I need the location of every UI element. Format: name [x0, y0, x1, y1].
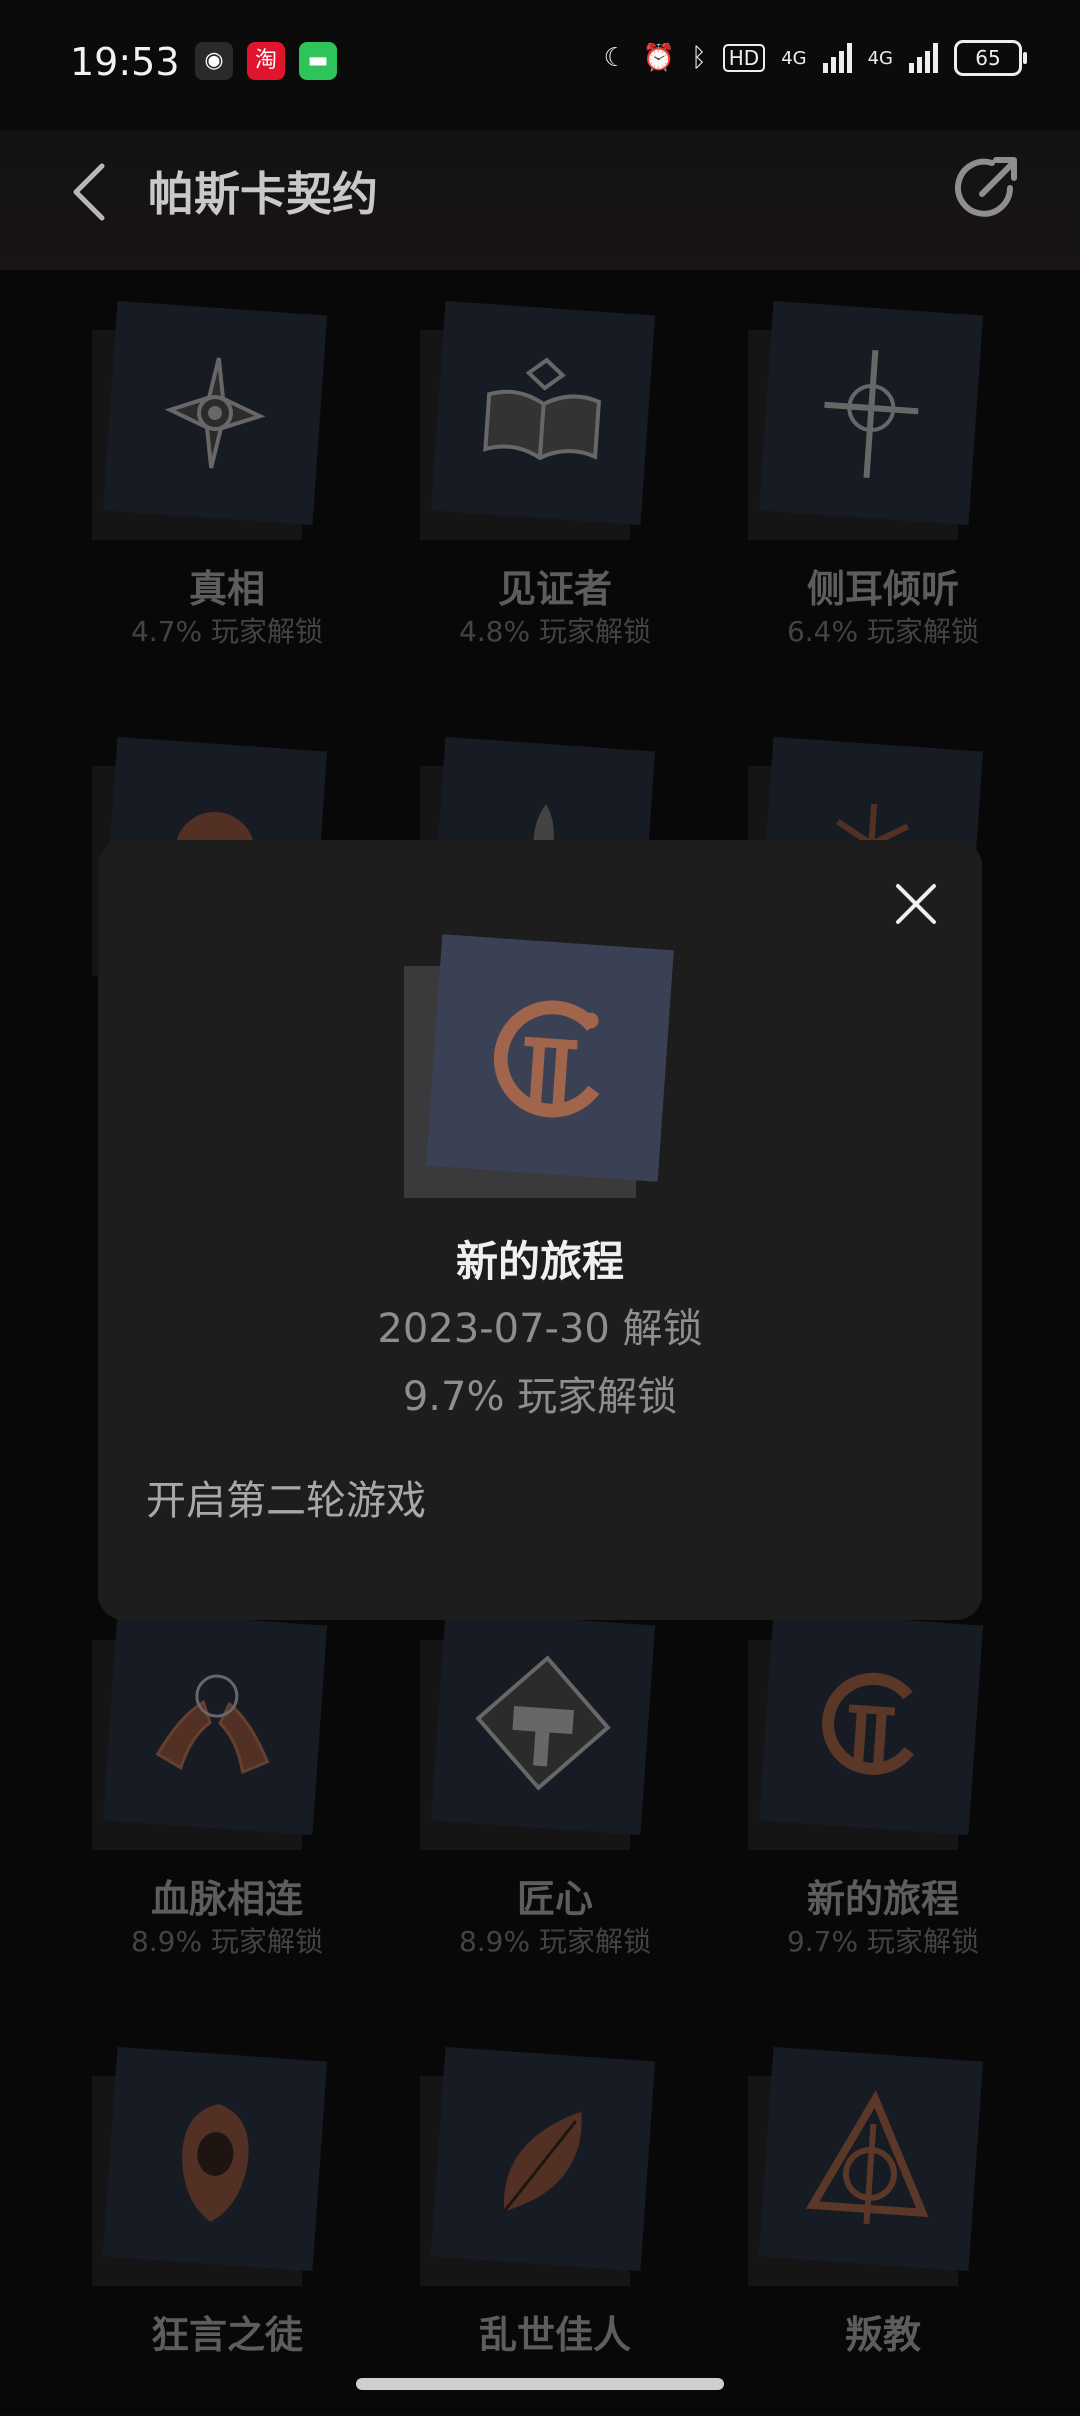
notification-icons: ◉ 淘 ▬ [195, 42, 337, 80]
cross-sword-icon [824, 349, 919, 479]
achievement-percent: 6.4% 玩家解锁 [786, 615, 980, 648]
back-button[interactable] [62, 152, 122, 232]
share-button[interactable] [948, 148, 1028, 228]
eye-star-icon [164, 357, 266, 469]
close-button[interactable] [886, 874, 946, 934]
achievement-item[interactable]: 乱世佳人 [390, 2036, 720, 2416]
achievement-percent: 8.9% 玩家解锁 [458, 1925, 652, 1958]
network-4g-label: 4G [781, 47, 807, 69]
achievement-item[interactable]: 血脉相连 8.9% 玩家解锁 [62, 1600, 392, 1980]
achievement-percent: 9.7% 玩家解锁 [786, 1925, 980, 1958]
status-bar: 19:53 ◉ 淘 ▬ ☾ ⏰ ᛒ HD 4G 4G 65 [0, 0, 1080, 130]
achievement-item[interactable]: 匠心 8.9% 玩家解锁 [390, 1600, 720, 1980]
achievement-percent: 8.9% 玩家解锁 [130, 1925, 324, 1958]
achievement-badge [426, 934, 674, 1182]
achievement-percent: 4.7% 玩家解锁 [130, 615, 324, 648]
journey-ring-icon [822, 1672, 914, 1775]
achievement-name: 匠心 [516, 1877, 593, 1921]
system-status: ☾ ⏰ ᛒ HD 4G 4G 65 [603, 40, 1027, 76]
chevron-left-icon [73, 163, 105, 221]
wechat-icon: ◉ [195, 42, 233, 80]
achievement-name: 新的旅程 [806, 1877, 959, 1921]
achievement-item[interactable]: 狂言之徒 [62, 2036, 392, 2416]
achievement-detail-dialog: 新的旅程 2023-07-30 解锁 9.7% 玩家解锁 开启第二轮游戏 [98, 840, 982, 1620]
signal-icon-2 [909, 43, 938, 73]
achievement-item[interactable]: 叛教 [718, 2036, 1048, 2416]
home-indicator[interactable] [356, 2378, 724, 2390]
achievement-name: 狂言之徒 [150, 2313, 303, 2357]
unlock-date: 2023-07-30 解锁 [377, 1306, 703, 1352]
achievement-item[interactable]: 见证者 4.8% 玩家解锁 [390, 290, 720, 670]
achievement-name: 血脉相连 [150, 1877, 303, 1921]
achievement-name: 见证者 [497, 567, 612, 611]
messages-icon: ▬ [299, 42, 337, 80]
achievement-description: 开启第二轮游戏 [146, 1478, 426, 1524]
achievement-title: 新的旅程 [455, 1237, 624, 1286]
achievement-name: 侧耳倾听 [806, 567, 959, 611]
page-title: 帕斯卡契约 [148, 167, 378, 221]
hd-badge: HD [722, 44, 766, 72]
unlock-percent: 9.7% 玩家解锁 [402, 1374, 678, 1420]
achievement-name: 乱世佳人 [478, 2313, 631, 2357]
achievement-item[interactable]: 新的旅程 9.7% 玩家解锁 [718, 1600, 1048, 1980]
hooded-figure-icon [182, 2104, 249, 2222]
achievement-item[interactable]: 真相 4.7% 玩家解锁 [62, 290, 392, 670]
taobao-icon: 淘 [247, 42, 285, 80]
achievement-item[interactable]: 侧耳倾听 6.4% 玩家解锁 [718, 290, 1048, 670]
moon-icon: ☾ [603, 43, 627, 73]
hammer-diamond-icon [475, 1655, 611, 1791]
open-book-icon [483, 357, 602, 461]
twin-hands-icon [155, 1674, 270, 1775]
signal-icon [822, 43, 852, 73]
app-header: 帕斯卡契约 [0, 130, 1080, 270]
achievement-name: 叛教 [844, 2313, 921, 2357]
journey-ring-icon [493, 1000, 600, 1118]
leaf-icon [503, 2111, 582, 2213]
achievement-percent: 4.8% 玩家解锁 [458, 615, 652, 648]
battery-icon: 65 [954, 40, 1027, 76]
bluetooth-icon: ᛒ [691, 43, 707, 73]
share-icon [955, 157, 1017, 217]
network-4g-label-2: 4G [867, 47, 893, 69]
close-icon [896, 884, 936, 924]
achievement-name: 真相 [188, 567, 265, 611]
triangle-sigil-icon [805, 2090, 929, 2225]
alarm-icon: ⏰ [642, 43, 676, 73]
status-time: 19:53 [70, 40, 180, 84]
